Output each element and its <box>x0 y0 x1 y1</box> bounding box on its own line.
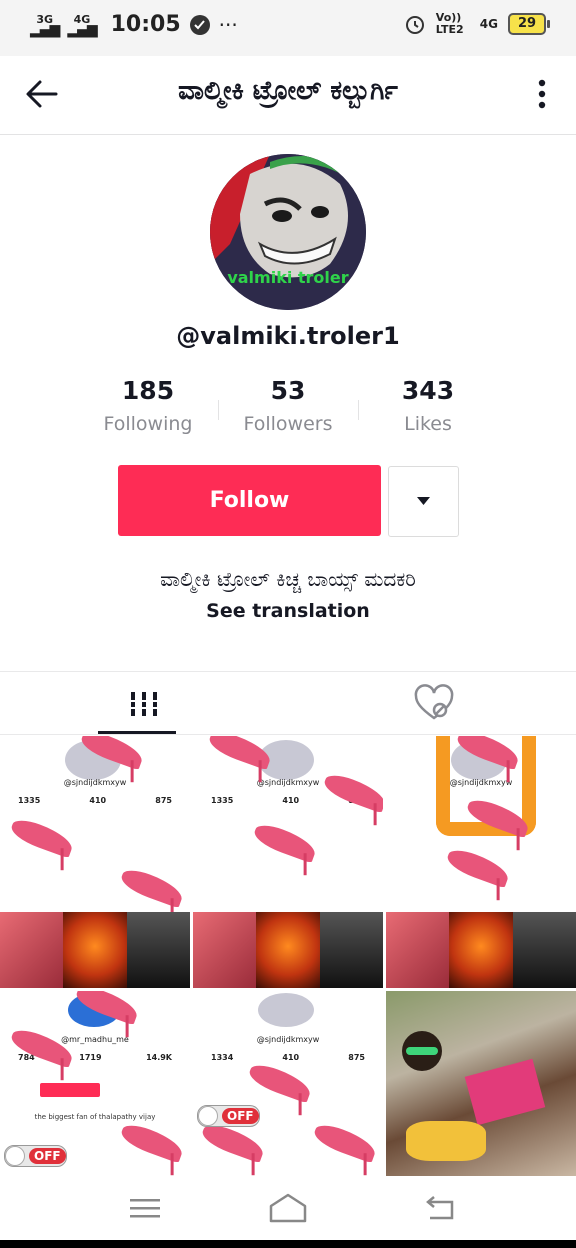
stat-following-value: 185 <box>121 376 175 405</box>
back-arrow-icon[interactable] <box>22 74 62 114</box>
stat-likes[interactable]: 343 Likes <box>358 376 498 435</box>
mini-bio: the biggest fan of thalapathy vijay <box>34 1113 156 1121</box>
video-thumbnail[interactable]: @sjndijdkmxyw 1334 410 875 OFF <box>193 991 383 1176</box>
off-toggle-badge: OFF <box>197 1105 260 1127</box>
mini-username: @sjndijdkmxyw <box>256 1035 320 1044</box>
alarm-icon <box>405 16 424 34</box>
high-heel-sticker <box>8 815 76 859</box>
signal-4g-icon: 4G ▂▄▆ <box>67 12 97 38</box>
video-thumbnail[interactable]: @mr_madhu_me 784 1719 14.9K the biggest fa… <box>0 991 190 1176</box>
home-icon[interactable] <box>268 1192 308 1224</box>
stat-followers-value: 53 <box>270 376 306 405</box>
app-bar: ವಾಲ್ಮೀಕಿ ಟ್ರೋಲ್ ಕಲ್ಬುರ್ಗಿ <box>0 56 576 135</box>
mini-follow-button <box>40 1083 100 1097</box>
page-title: ವಾಲ್ಮೀಕಿ ಟ್ರೋಲ್ ಕಲ್ಬುರ್ಗಿ <box>178 76 398 106</box>
high-heel-sticker <box>246 1060 314 1104</box>
notification-check-icon <box>189 14 210 35</box>
stat-following[interactable]: 185 Following <box>78 376 218 435</box>
video-thumbnail[interactable] <box>386 991 576 1176</box>
high-heel-sticker <box>118 865 186 909</box>
more-options-icon[interactable] <box>530 74 554 114</box>
stat-following-label: Following <box>103 413 193 435</box>
mini-username: @sjndijdkmxyw <box>449 778 513 787</box>
video-thumbnail[interactable]: @sjndijdkmxyw <box>386 736 576 988</box>
photo-shirt <box>464 1058 546 1126</box>
tabs-divider <box>0 671 576 672</box>
battery-icon: 29 <box>508 13 550 35</box>
username: @valmiki.troler1 <box>176 322 400 350</box>
high-heel-sticker <box>118 1120 186 1164</box>
photo-sunglasses <box>406 1047 438 1055</box>
profile-bio: ವಾಲ್ಮೀಕಿ ಟ್ರೋಲ್ ಕಿಚ್ಚ ಬಾಯ್ಸ್ ಮದಕರಿ <box>160 567 416 591</box>
video-preview-strip <box>193 912 383 988</box>
mini-avatar <box>258 993 314 1027</box>
stat-followers-label: Followers <box>243 413 333 435</box>
see-translation-link[interactable]: See translation <box>0 600 576 622</box>
photo-cloth <box>406 1121 486 1161</box>
high-heel-sticker <box>444 845 512 889</box>
off-toggle-badge: OFF <box>4 1145 67 1167</box>
high-heel-sticker <box>311 1120 379 1164</box>
status-bar: 3G ▂▄▆ 4G ▂▄▆ 10:05 ··· Vo)) LTE2 4G 29 <box>0 0 576 56</box>
video-grid: @sjndijdkmxyw 1335 410 875 @sjndijdkmxyw 1… <box>0 736 576 1176</box>
video-thumbnail[interactable]: @sjndijdkmxyw 1335410875 <box>193 736 383 988</box>
video-preview-strip <box>386 912 576 988</box>
tab-liked-hidden-heart-icon[interactable] <box>410 684 458 724</box>
stat-likes-label: Likes <box>404 413 452 435</box>
avatar-caption: valmiki troler <box>227 268 349 287</box>
more-notifications-icon: ··· <box>218 12 238 37</box>
signal-4g-right-icon: 4G <box>479 17 498 31</box>
signal-3g-icon: 3G ▂▄▆ <box>30 12 60 38</box>
system-back-icon[interactable] <box>424 1194 456 1222</box>
mini-stats: 1335410875 <box>18 796 172 805</box>
suggested-accounts-button[interactable] <box>388 466 459 537</box>
status-time: 10:05 <box>110 12 181 37</box>
recent-apps-icon[interactable] <box>130 1196 160 1220</box>
caret-down-icon <box>417 497 430 505</box>
nav-bar-edge <box>0 1240 576 1248</box>
high-heel-sticker <box>199 1120 267 1164</box>
volte-indicator: Vo)) LTE2 <box>435 11 464 36</box>
video-thumbnail[interactable]: @sjndijdkmxyw 1335410875 <box>0 736 190 988</box>
video-preview-strip <box>0 912 190 988</box>
avatar[interactable]: valmiki troler <box>210 154 366 310</box>
tabs-divider <box>0 734 576 735</box>
mini-username: @sjndijdkmxyw <box>63 778 127 787</box>
stat-likes-value: 343 <box>401 376 455 405</box>
high-heel-sticker <box>251 820 319 864</box>
high-heel-sticker <box>206 736 274 771</box>
follow-button[interactable]: Follow <box>118 465 381 536</box>
mini-stats: 1334 410 875 <box>211 1053 365 1062</box>
tab-videos-grid-icon[interactable] <box>95 680 193 730</box>
stat-followers[interactable]: 53 Followers <box>218 376 358 435</box>
